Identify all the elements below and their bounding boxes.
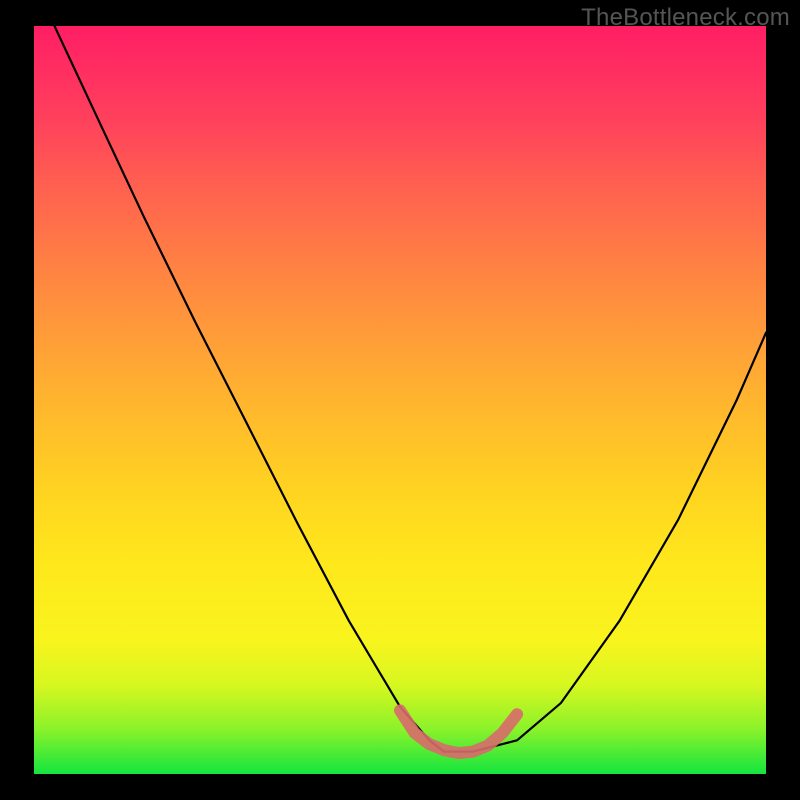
curve-path [55,26,767,752]
curve-svg [34,26,766,774]
highlight-path [400,710,517,753]
chart-frame: TheBottleneck.com [0,0,800,800]
plot-area [34,26,766,774]
watermark-text: TheBottleneck.com [581,4,790,32]
